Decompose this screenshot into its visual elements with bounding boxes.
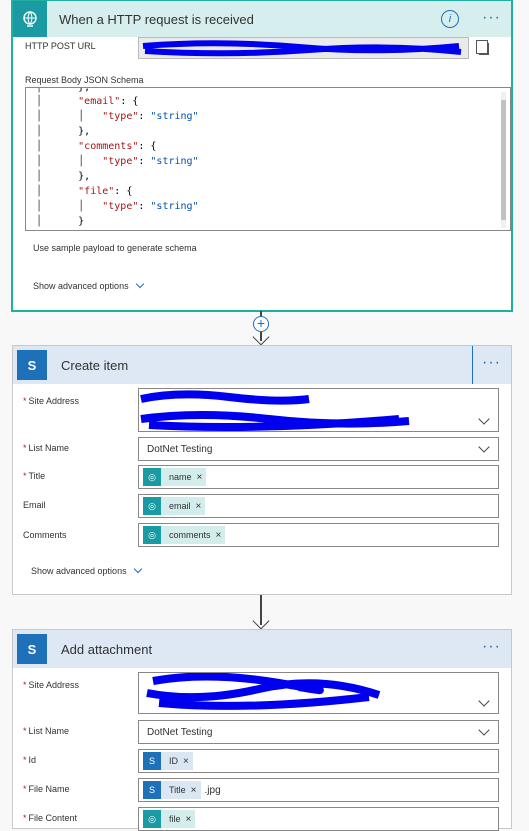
- code-line: │ "email": {: [36, 96, 139, 107]
- sharepoint-icon: S: [17, 350, 47, 380]
- code-line: │ },: [36, 126, 91, 137]
- trigger-title: When a HTTP request is received: [59, 11, 254, 27]
- chevron-down-icon: [133, 564, 142, 574]
- redaction-scribble: [140, 390, 410, 431]
- remove-token-icon[interactable]: ×: [197, 472, 203, 483]
- http-post-url-field[interactable]: [138, 37, 469, 59]
- remove-token-icon[interactable]: ×: [183, 756, 189, 767]
- list-name-dropdown[interactable]: DotNet Testing: [138, 437, 499, 461]
- code-line: │ "file": {: [36, 186, 133, 197]
- arrow-down-icon: [252, 328, 270, 346]
- dynamic-token-id[interactable]: S ID ×: [143, 752, 193, 770]
- file-name-label: * File Name: [23, 784, 70, 794]
- list-name-label: * List Name: [23, 443, 70, 453]
- http-request-icon: ◎: [143, 497, 161, 515]
- sample-payload-link[interactable]: Use sample payload to generate schema: [33, 243, 197, 253]
- site-address-dropdown[interactable]: [138, 672, 499, 714]
- site-address-label: * Site Address: [23, 396, 80, 406]
- http-post-url-label: HTTP POST URL: [25, 41, 96, 51]
- remove-token-icon[interactable]: ×: [186, 814, 192, 825]
- add-attachment-card[interactable]: S Add attachment ··· * Site Address * List…: [12, 629, 512, 831]
- info-icon[interactable]: i: [441, 10, 459, 28]
- http-request-icon: ◎: [143, 526, 161, 544]
- code-line: │ },: [36, 171, 91, 182]
- remove-token-icon[interactable]: ×: [196, 501, 202, 512]
- id-label: * Id: [23, 755, 37, 765]
- file-name-field[interactable]: S Title × .jpg: [138, 778, 499, 802]
- schema-scrollbar[interactable]: [501, 92, 506, 228]
- dynamic-token-title[interactable]: S Title ×: [143, 781, 201, 799]
- code-line: │ }: [36, 216, 85, 227]
- http-request-icon: [13, 1, 47, 37]
- title-field[interactable]: ◎ name ×: [138, 465, 499, 489]
- code-line: │ "comments": {: [36, 141, 157, 152]
- redaction-scribble: [146, 673, 381, 710]
- chevron-down-icon[interactable]: [478, 695, 490, 707]
- http-trigger-card[interactable]: When a HTTP request is received i ··· HT…: [12, 0, 512, 311]
- more-options-icon[interactable]: ···: [482, 9, 501, 27]
- remove-token-icon[interactable]: ×: [191, 785, 197, 796]
- site-address-dropdown[interactable]: [138, 388, 499, 432]
- list-name-value: DotNet Testing: [147, 443, 213, 455]
- arrow-down-icon: [252, 612, 270, 630]
- id-field[interactable]: S ID ×: [138, 749, 499, 773]
- chevron-down-icon: [135, 279, 144, 289]
- add-attachment-header[interactable]: S Add attachment ···: [13, 630, 511, 668]
- file-content-field[interactable]: ◎ file ×: [138, 807, 499, 831]
- create-item-card[interactable]: S Create item ··· * Site Address * List Na…: [12, 345, 512, 595]
- dynamic-token-file[interactable]: ◎ file ×: [143, 810, 196, 828]
- redaction-scribble: [142, 40, 462, 57]
- code-line: │ },: [36, 87, 91, 93]
- create-item-title: Create item: [61, 357, 129, 373]
- more-options-icon[interactable]: ···: [482, 354, 501, 372]
- comments-field[interactable]: ◎ comments ×: [138, 523, 499, 547]
- http-request-icon: ◎: [143, 810, 161, 828]
- chevron-down-icon[interactable]: [478, 441, 490, 453]
- show-advanced-options-link[interactable]: Show advanced options: [33, 279, 144, 291]
- chevron-down-icon[interactable]: [478, 724, 490, 736]
- code-line: │ │ "type": "string": [36, 201, 199, 212]
- email-field[interactable]: ◎ email ×: [138, 494, 499, 518]
- http-request-icon: ◎: [143, 468, 161, 486]
- sharepoint-icon: S: [143, 752, 161, 770]
- copy-icon[interactable]: [476, 40, 489, 55]
- dynamic-token-name[interactable]: ◎ name ×: [143, 468, 207, 486]
- code-line: │ │ "type": "string": [36, 156, 199, 167]
- trigger-header[interactable]: When a HTTP request is received i ···: [13, 1, 511, 37]
- schema-editor[interactable]: │ }, │ "email": { │ │ "type": "string" │…: [25, 87, 511, 231]
- site-address-label: * Site Address: [23, 680, 80, 690]
- code-line: │ │ "type": "string": [36, 111, 199, 122]
- chevron-down-icon[interactable]: [478, 413, 490, 425]
- more-options-icon[interactable]: ···: [482, 638, 501, 656]
- list-name-dropdown[interactable]: DotNet Testing: [138, 720, 499, 744]
- list-name-label: * List Name: [23, 726, 70, 736]
- schema-label: Request Body JSON Schema: [25, 75, 144, 85]
- create-item-header[interactable]: S Create item ···: [13, 346, 511, 384]
- email-label: Email: [23, 500, 46, 510]
- file-name-suffix: .jpg: [204, 784, 221, 796]
- list-name-value: DotNet Testing: [147, 726, 213, 738]
- title-label: * Title: [23, 471, 46, 481]
- dynamic-token-email[interactable]: ◎ email ×: [143, 497, 206, 515]
- sharepoint-icon: S: [143, 781, 161, 799]
- add-attachment-title: Add attachment: [61, 641, 153, 657]
- remove-token-icon[interactable]: ×: [216, 530, 222, 541]
- sharepoint-icon: S: [17, 634, 47, 664]
- file-content-label: * File Content: [23, 813, 78, 823]
- dynamic-token-comments[interactable]: ◎ comments ×: [143, 526, 226, 544]
- show-advanced-options-link[interactable]: Show advanced options: [31, 564, 142, 576]
- comments-label: Comments: [23, 530, 67, 540]
